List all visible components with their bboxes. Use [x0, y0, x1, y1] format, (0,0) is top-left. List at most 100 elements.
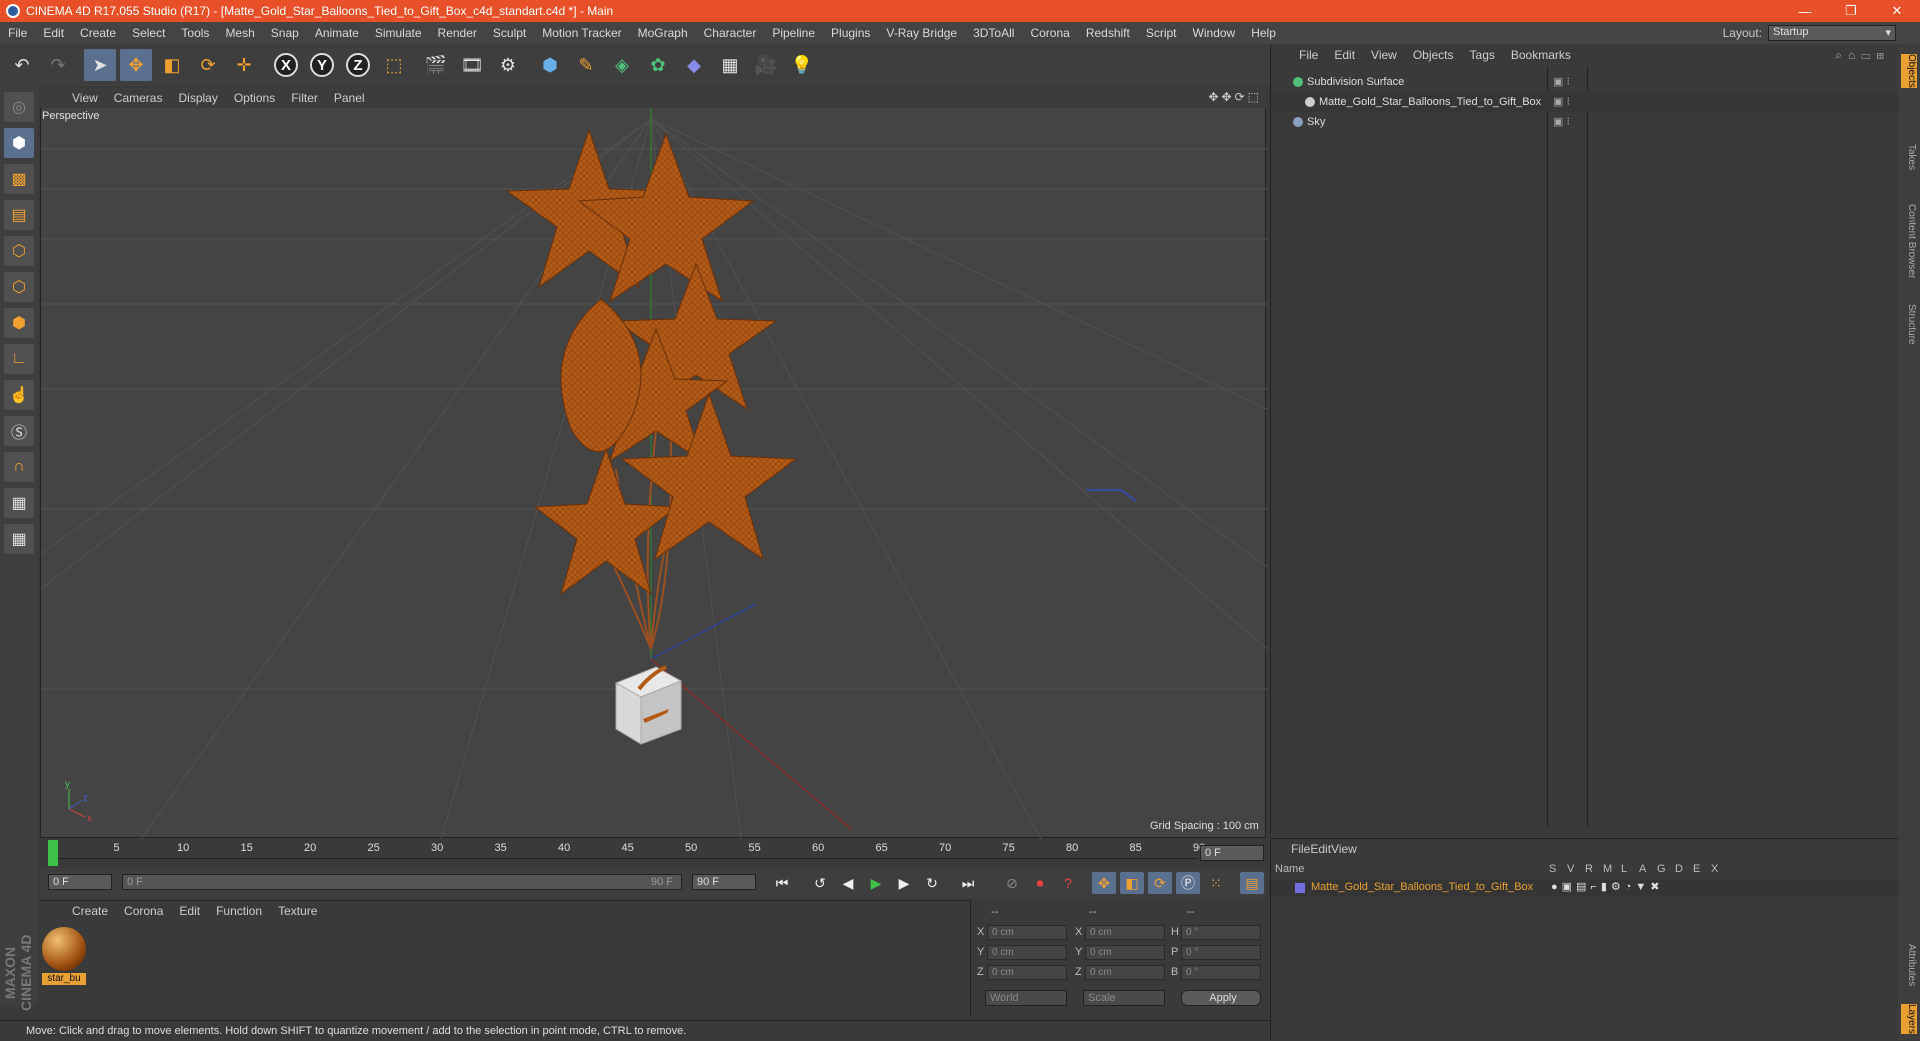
make-editable-icon[interactable]: ◎ — [4, 92, 34, 122]
coordinate-system-icon[interactable]: ⬚ — [378, 49, 410, 81]
subdivision-icon[interactable]: ◈ — [606, 49, 638, 81]
material-menu-create[interactable]: Create — [64, 904, 116, 918]
material-menu-texture[interactable]: Texture — [270, 904, 325, 918]
menu-window[interactable]: Window — [1185, 26, 1244, 40]
menu-script[interactable]: Script — [1138, 26, 1185, 40]
workplane-icon[interactable]: ▤ — [4, 200, 34, 230]
layer-flags[interactable]: ●▣▤⌐▮⚙◔▼✖ — [1551, 880, 1664, 893]
object-row[interactable]: Subdivision Surface ▣ ⁝ — [1271, 72, 1899, 92]
current-frame-field[interactable]: 0 F — [1200, 845, 1264, 861]
move-tool-icon[interactable]: ✥ — [120, 49, 152, 81]
live-select-icon[interactable]: ✛ — [228, 49, 260, 81]
menu-sculpt[interactable]: Sculpt — [485, 26, 534, 40]
material-swatch[interactable] — [42, 927, 86, 971]
end-frame-field[interactable]: 90 F — [692, 874, 756, 890]
timeline-window-icon[interactable]: ▤ — [1240, 872, 1264, 894]
coord-pos-field[interactable]: 0 cm — [987, 945, 1067, 960]
object-tag-icons[interactable]: ▣ ⁝ — [1553, 72, 1570, 92]
record-icon[interactable]: ⏺ — [1028, 872, 1052, 894]
layer-menu-file[interactable]: File — [1291, 842, 1310, 856]
y-axis-icon[interactable]: Y — [306, 49, 338, 81]
menu-plugins[interactable]: Plugins — [823, 26, 878, 40]
menu-tools[interactable]: Tools — [173, 26, 217, 40]
edges-mode-icon[interactable]: ⬡ — [4, 272, 34, 302]
model-mode-icon[interactable]: ⬢ — [4, 128, 34, 158]
object-name[interactable]: Matte_Gold_Star_Balloons_Tied_to_Gift_Bo… — [1319, 92, 1541, 112]
layer-menu-edit[interactable]: Edit — [1310, 842, 1331, 856]
object-row[interactable]: Matte_Gold_Star_Balloons_Tied_to_Gift_Bo… — [1271, 92, 1899, 112]
undo-icon[interactable]: ↶ — [6, 49, 38, 81]
goto-end-icon[interactable]: ⏭ — [956, 872, 980, 894]
menu-corona[interactable]: Corona — [1022, 26, 1077, 40]
menu-3dtoall[interactable]: 3DToAll — [965, 26, 1022, 40]
coord-pos-field[interactable]: 0 cm — [987, 965, 1067, 980]
render-view-icon[interactable]: 🎬 — [420, 49, 452, 81]
layer-menu-view[interactable]: View — [1331, 842, 1357, 856]
menu-mograph[interactable]: MoGraph — [630, 26, 696, 40]
right-tab-structure[interactable]: Structure — [1901, 304, 1917, 345]
key-pla-icon[interactable]: ⁙ — [1204, 872, 1228, 894]
key-rotate-icon[interactable]: ⟳ — [1148, 872, 1172, 894]
object-menu-objects[interactable]: Objects — [1405, 48, 1462, 62]
playhead[interactable] — [48, 840, 58, 866]
layer-color-swatch[interactable] — [1295, 883, 1305, 893]
menu-snap[interactable]: Snap — [263, 26, 307, 40]
object-menu-view[interactable]: View — [1363, 48, 1405, 62]
viewport-nav-icons[interactable]: ✥✥⟳⬚ — [1208, 90, 1262, 104]
coord-rot-field[interactable]: 0 ° — [1181, 925, 1261, 940]
prev-key-icon[interactable]: ↺ — [808, 872, 832, 894]
next-frame-icon[interactable]: ▶ — [892, 872, 916, 894]
render-picture-viewer-icon[interactable]: 🎞 — [456, 49, 488, 81]
prev-frame-icon[interactable]: ◀ — [836, 872, 860, 894]
menu-create[interactable]: Create — [72, 26, 124, 40]
object-tag-icons[interactable]: ▣ ⁝ — [1553, 92, 1570, 112]
object-row[interactable]: Sky ▣ ⁝ — [1271, 112, 1899, 132]
minimize-button[interactable]: — — [1782, 4, 1828, 19]
coord-size-field[interactable]: 0 cm — [1085, 965, 1165, 980]
object-menu-file[interactable]: File — [1291, 48, 1326, 62]
polygons-mode-icon[interactable]: ⬢ — [4, 308, 34, 338]
rotate-tool-icon[interactable]: ⟳ — [192, 49, 224, 81]
spline-pen-icon[interactable]: ✎ — [570, 49, 602, 81]
coord-rot-field[interactable]: 0 ° — [1181, 945, 1261, 960]
object-menu-edit[interactable]: Edit — [1326, 48, 1363, 62]
frame-range-slider[interactable]: 0 F 90 F — [122, 874, 682, 890]
viewport-menu-options[interactable]: Options — [226, 91, 283, 105]
material-menu-edit[interactable]: Edit — [171, 904, 208, 918]
tweak-mode-icon[interactable]: ☝ — [4, 380, 34, 410]
material-name[interactable]: star_bu — [42, 973, 86, 985]
viewport-menu-panel[interactable]: Panel — [326, 91, 373, 105]
light-icon[interactable]: 💡 — [786, 49, 818, 81]
layer-name[interactable]: Matte_Gold_Star_Balloons_Tied_to_Gift_Bo… — [1311, 881, 1533, 893]
menu-mesh[interactable]: Mesh — [217, 26, 262, 40]
floor-icon[interactable]: ▦ — [714, 49, 746, 81]
goto-start-icon[interactable]: ⏮ — [770, 872, 794, 894]
timeline-ruler[interactable]: 051015202530354045505560657075808590 0 F — [40, 840, 1266, 866]
maximize-button[interactable]: ❐ — [1828, 3, 1874, 19]
points-mode-icon[interactable]: ⬡ — [4, 236, 34, 266]
coord-size-field[interactable]: 0 cm — [1085, 925, 1165, 940]
next-key-icon[interactable]: ↻ — [920, 872, 944, 894]
right-tab-attributes[interactable]: Attributes — [1901, 944, 1917, 986]
play-icon[interactable]: ▶ — [864, 872, 888, 894]
magnet-icon[interactable]: ∩ — [4, 452, 34, 482]
close-button[interactable]: ✕ — [1874, 3, 1920, 19]
planar-workplane-icon[interactable]: ▦ — [4, 524, 34, 554]
menu-animate[interactable]: Animate — [307, 26, 367, 40]
apply-button[interactable]: Apply — [1181, 990, 1261, 1006]
right-tab-layers[interactable]: Layers — [1901, 1004, 1917, 1035]
menu-render[interactable]: Render — [430, 26, 485, 40]
autokey-icon[interactable]: ? — [1056, 872, 1080, 894]
viewport-menu-filter[interactable]: Filter — [283, 91, 326, 105]
redo-icon[interactable]: ↷ — [42, 49, 74, 81]
menu-redshift[interactable]: Redshift — [1078, 26, 1138, 40]
texture-mode-icon[interactable]: ▩ — [4, 164, 34, 194]
z-axis-icon[interactable]: Z — [342, 49, 374, 81]
layer-row[interactable]: Matte_Gold_Star_Balloons_Tied_to_Gift_Bo… — [1271, 879, 1899, 897]
scale-dropdown[interactable]: Scale — [1083, 990, 1165, 1006]
select-tool-icon[interactable]: ➤ — [84, 49, 116, 81]
object-name[interactable]: Subdivision Surface — [1307, 72, 1404, 92]
scale-tool-icon[interactable]: ◧ — [156, 49, 188, 81]
coord-rot-field[interactable]: 0 ° — [1181, 965, 1261, 980]
deformer-icon[interactable]: ◆ — [678, 49, 710, 81]
